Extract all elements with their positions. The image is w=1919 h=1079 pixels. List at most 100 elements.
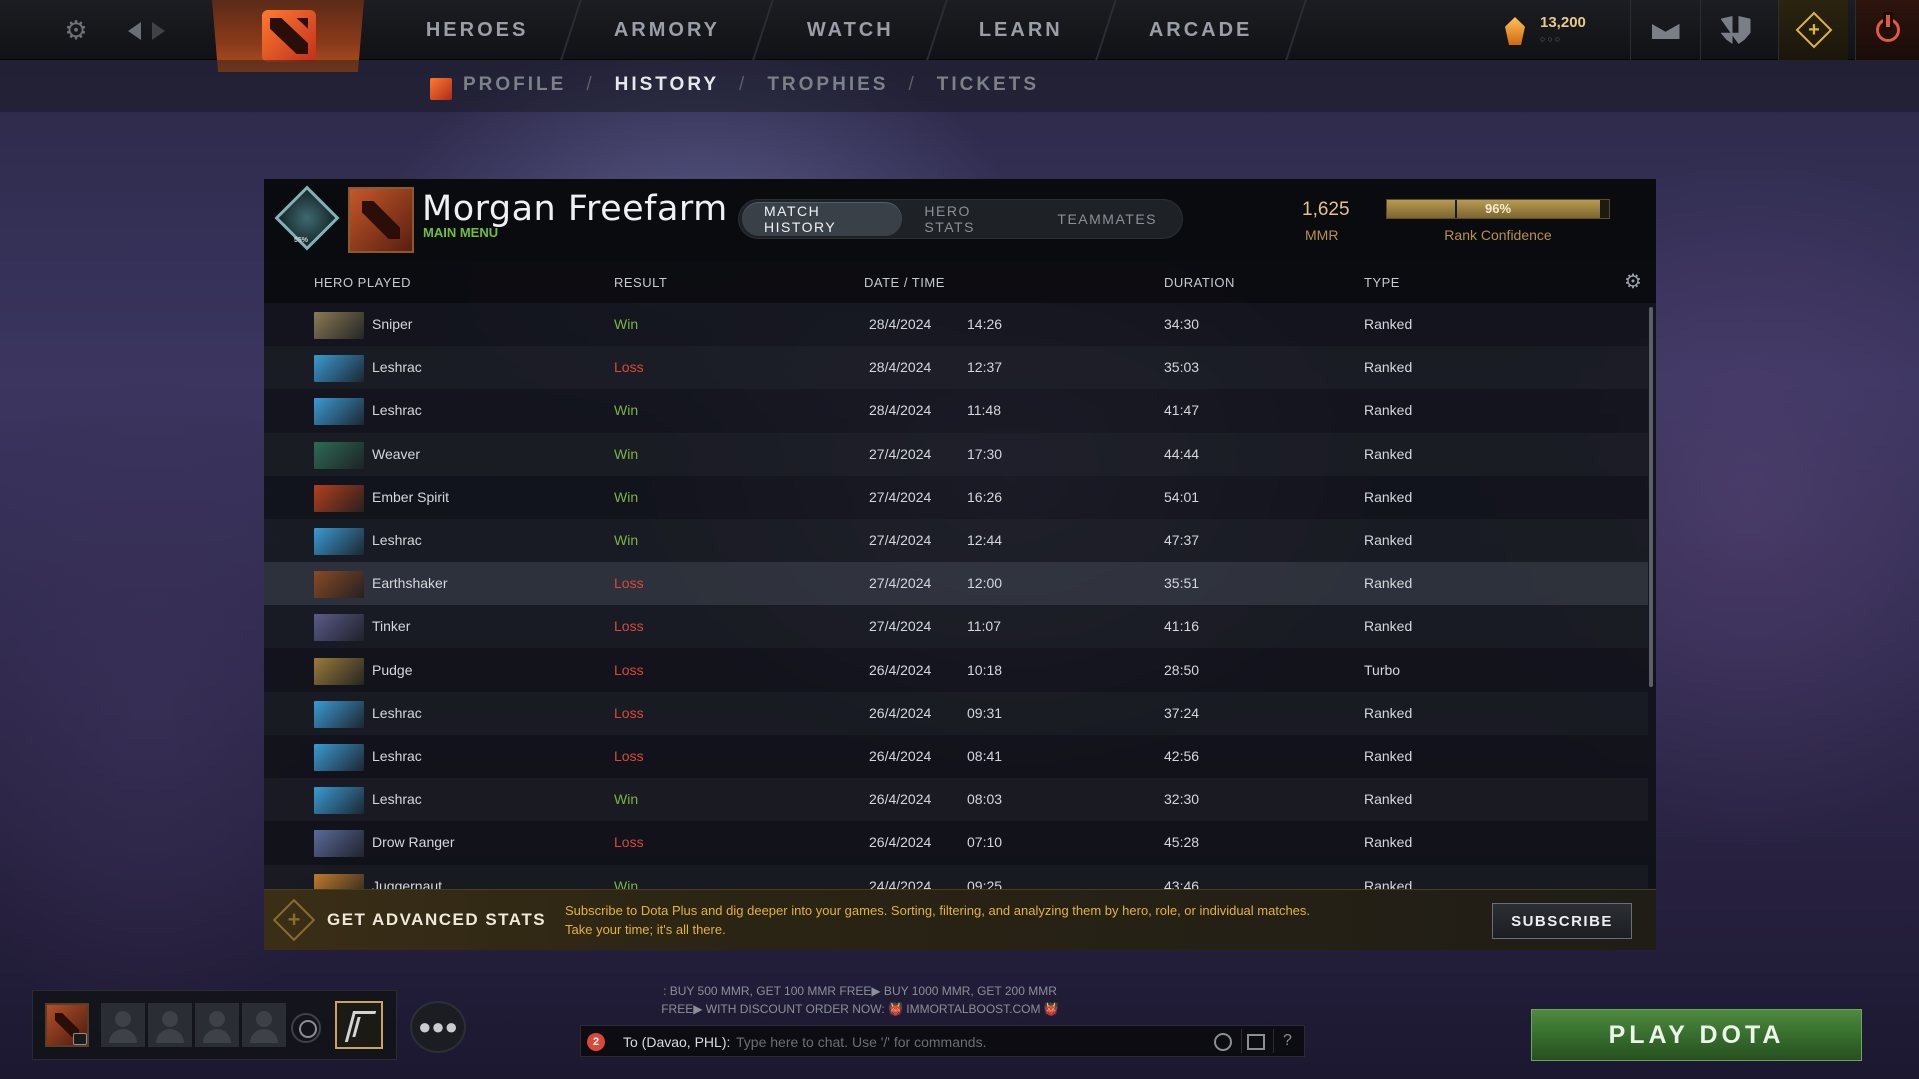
table-row[interactable]: Ember Spirit Win 27/4/2024 16:26 54:01 Ranked xyxy=(264,476,1648,519)
settings-gear-icon[interactable]: ⚙ xyxy=(62,16,90,44)
match-duration: 35:03 xyxy=(1164,359,1200,376)
match-result: Win xyxy=(614,791,639,808)
subnav-history[interactable]: HISTORY xyxy=(615,74,719,96)
table-row[interactable]: Leshrac Loss 28/4/2024 12:37 35:03 Ranked xyxy=(264,346,1648,390)
rank-confidence-bar: 96% xyxy=(1386,199,1610,219)
power-button[interactable] xyxy=(1855,0,1919,60)
subnav-trophies[interactable]: TROPHIES xyxy=(767,74,888,96)
subnav-profile[interactable]: PROFILE xyxy=(463,74,566,96)
party-slot-empty[interactable] xyxy=(148,1003,192,1047)
unread-count-badge[interactable]: 2 xyxy=(587,1033,605,1051)
table-row[interactable]: Sniper Win 28/4/2024 14:26 34:30 Ranked xyxy=(264,303,1648,346)
match-type: Ranked xyxy=(1364,402,1413,419)
subscribe-button[interactable]: SUBSCRIBE xyxy=(1492,903,1632,939)
header-duration[interactable]: DURATION xyxy=(1164,275,1235,290)
match-type: Ranked xyxy=(1364,488,1413,505)
match-time: 08:41 xyxy=(967,748,1003,764)
hero-name: Earthshaker xyxy=(372,575,448,592)
match-duration: 34:30 xyxy=(1164,316,1200,332)
header-hero-played[interactable]: HERO PLAYED xyxy=(314,275,411,290)
header-date-time[interactable]: DATE / TIME xyxy=(864,275,945,290)
match-list-scrollbar[interactable] xyxy=(1649,307,1653,687)
player-status: MAIN MENU xyxy=(423,225,499,240)
armory-button[interactable] xyxy=(1700,0,1770,60)
match-date: 26/4/2024 xyxy=(869,704,932,721)
match-time: 11:48 xyxy=(967,402,1001,419)
tab-hero-stats[interactable]: HERO STATS xyxy=(902,202,1035,236)
party-slot-empty[interactable] xyxy=(101,1003,145,1047)
match-result: Win xyxy=(614,877,639,889)
match-date: 24/4/2024 xyxy=(869,877,932,889)
table-row[interactable]: Leshrac Loss 26/4/2024 09:31 37:24 Ranked xyxy=(264,691,1648,735)
nav-arcade[interactable]: ARCADE xyxy=(1097,0,1307,60)
chat-input[interactable] xyxy=(736,1030,1186,1054)
mail-button[interactable] xyxy=(1630,0,1700,60)
match-result: Loss xyxy=(614,748,644,764)
match-date: 28/4/2024 xyxy=(869,359,932,376)
table-row[interactable]: Weaver Win 27/4/2024 17:30 44:44 Ranked xyxy=(264,432,1648,476)
mail-icon xyxy=(1651,21,1680,39)
party-panel xyxy=(32,990,397,1060)
hero-name: Juggernaut xyxy=(372,877,443,889)
party-slot-empty[interactable] xyxy=(242,1003,286,1047)
chat-channel-icon[interactable] xyxy=(1241,1029,1265,1053)
hero-portrait xyxy=(314,441,364,469)
tab-match-history[interactable]: MATCH HISTORY xyxy=(742,202,903,236)
avatar[interactable] xyxy=(348,187,414,253)
rank-medal-icon[interactable] xyxy=(276,191,334,244)
table-row[interactable]: Leshrac Win 26/4/2024 08:03 32:30 Ranked xyxy=(264,778,1648,822)
nav-armory[interactable]: ARMORY xyxy=(562,0,775,60)
match-result: Win xyxy=(614,488,639,505)
hero-name: Leshrac xyxy=(372,359,422,376)
hero-name: Tinker xyxy=(372,618,411,635)
tab-teammates[interactable]: TEAMMATES xyxy=(1035,202,1179,236)
table-row[interactable]: Leshrac Loss 26/4/2024 08:41 42:56 Ranked xyxy=(264,735,1648,778)
voice-chat-icon[interactable] xyxy=(291,1013,321,1043)
match-duration: 37:24 xyxy=(1164,704,1200,721)
table-row[interactable]: Pudge Loss 26/4/2024 10:18 28:50 Turbo xyxy=(264,649,1648,692)
match-time: 14:26 xyxy=(967,316,1003,332)
play-dota-button[interactable]: PLAY DOTA xyxy=(1531,1009,1862,1061)
table-row[interactable]: Tinker Loss 27/4/2024 11:07 41:16 Ranked xyxy=(264,605,1648,649)
profile-header: Morgan Freefarm MAIN MENU MATCH HISTORY … xyxy=(264,179,1656,261)
column-settings-gear-icon[interactable]: ⚙ xyxy=(1622,271,1644,293)
hero-portrait xyxy=(314,744,364,771)
shard-dots: ○○○ xyxy=(1540,34,1563,44)
table-row[interactable]: Leshrac Win 27/4/2024 12:44 47:37 Ranked xyxy=(264,519,1648,562)
nav-watch[interactable]: WATCH xyxy=(754,0,948,60)
shards-balance[interactable]: 13,200 ○○○ xyxy=(1505,14,1605,48)
table-row[interactable]: Juggernaut Win 24/4/2024 09:25 43:46 Ranked xyxy=(264,864,1648,889)
main-nav: HEROES ARMORY WATCH LEARN ARCADE xyxy=(374,0,1307,60)
match-type: Ranked xyxy=(1364,748,1413,764)
match-result: Loss xyxy=(614,575,644,592)
hero-portrait xyxy=(314,484,364,512)
chat-target[interactable]: To (Davao, PHL): xyxy=(623,1034,730,1050)
hero-portrait xyxy=(314,614,364,642)
match-type: Ranked xyxy=(1364,316,1413,332)
forward-arrow-icon[interactable] xyxy=(148,16,168,44)
subnav-tickets[interactable]: TICKETS xyxy=(937,74,1039,96)
table-row[interactable]: Drow Ranger Loss 26/4/2024 07:10 45:28 Ranked xyxy=(264,821,1648,864)
header-type[interactable]: TYPE xyxy=(1364,275,1400,290)
match-time: 12:00 xyxy=(967,575,1003,592)
header-result[interactable]: RESULT xyxy=(614,275,667,290)
nav-learn[interactable]: LEARN xyxy=(927,0,1118,60)
table-row[interactable]: Earthshaker Loss 27/4/2024 12:00 35:51 Ranked xyxy=(264,562,1648,606)
party-slot-empty[interactable] xyxy=(195,1003,239,1047)
match-date: 27/4/2024 xyxy=(869,618,932,635)
match-type: Ranked xyxy=(1364,704,1413,721)
table-row[interactable]: Leshrac Win 28/4/2024 11:48 41:47 Ranked xyxy=(264,389,1648,432)
back-arrow-icon[interactable] xyxy=(125,16,145,44)
table-header: HERO PLAYED RESULT DATE / TIME DURATION … xyxy=(264,261,1656,303)
match-time: 16:26 xyxy=(967,488,1003,505)
subnav-separator: / xyxy=(739,74,748,95)
match-type: Ranked xyxy=(1364,877,1413,889)
friends-list-icon[interactable]: ●●● xyxy=(410,1001,466,1053)
chat-help-icon[interactable]: ? xyxy=(1273,1029,1301,1053)
match-result: Loss xyxy=(614,704,644,721)
dota-plus-button[interactable] xyxy=(1778,0,1848,60)
nav-heroes[interactable]: HEROES xyxy=(374,0,583,60)
battle-pass-badge-icon[interactable] xyxy=(335,1001,383,1049)
emoji-icon[interactable] xyxy=(1214,1033,1232,1051)
match-result: Win xyxy=(614,402,639,419)
